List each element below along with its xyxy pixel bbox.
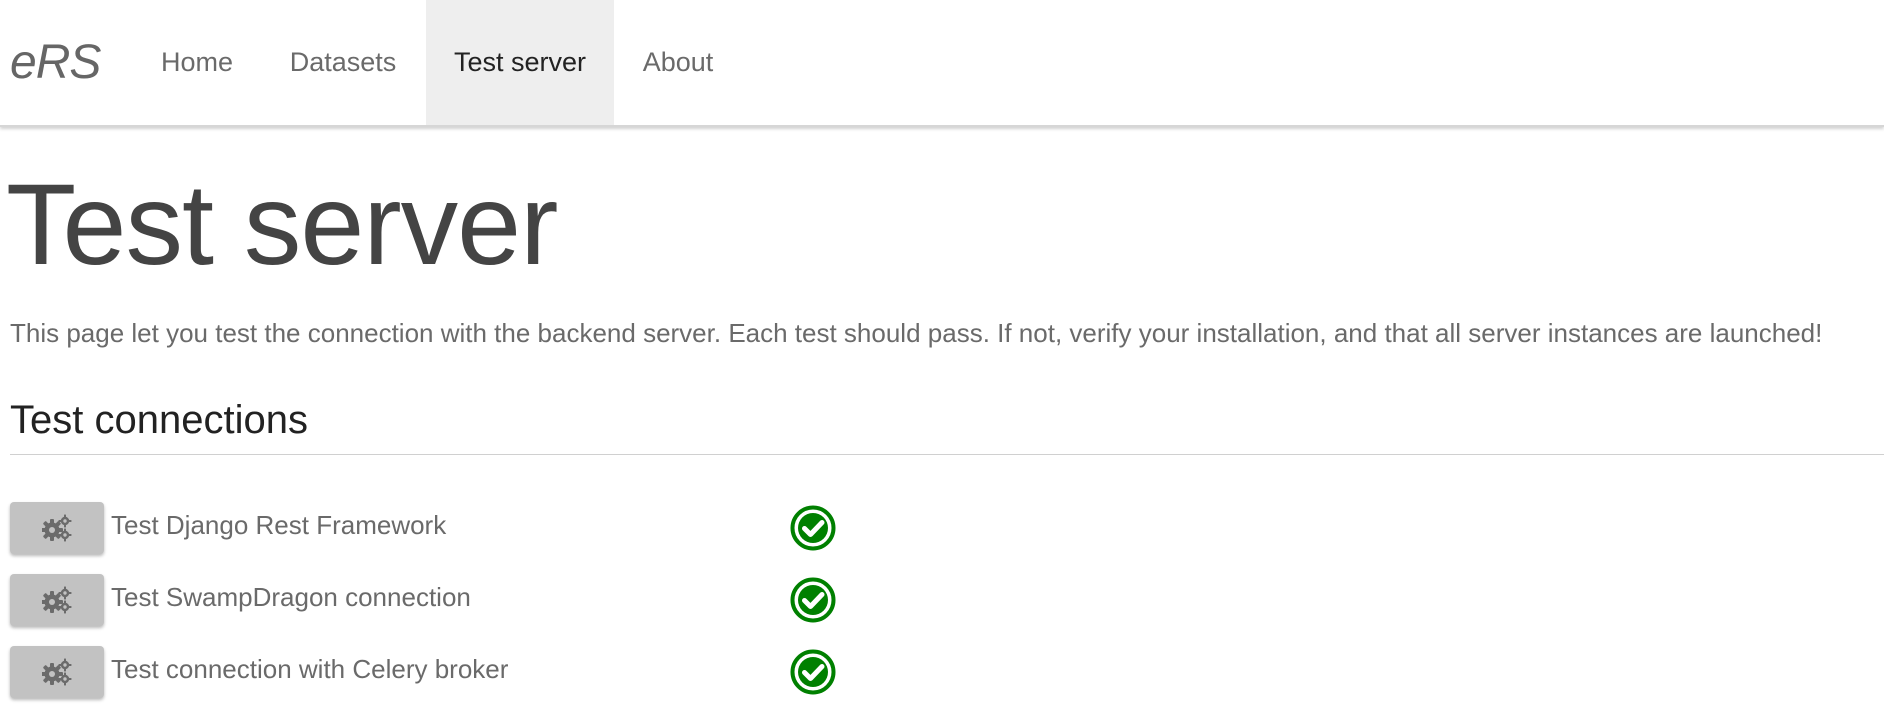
gears-icon <box>42 514 72 542</box>
nav-item-test-server[interactable]: Test server <box>426 0 614 125</box>
test-celery-label: Test connection with Celery broker <box>111 654 509 684</box>
brand-logo[interactable]: eRS <box>10 33 101 93</box>
test-swampdragon-label: Test SwampDragon connection <box>111 582 471 612</box>
test-drf-label: Test Django Rest Framework <box>111 510 447 540</box>
test-swampdragon-button[interactable] <box>10 574 104 626</box>
gears-icon <box>42 586 72 614</box>
section-divider <box>10 454 1884 455</box>
check-circle-icon <box>790 505 836 551</box>
test-row-swampdragon: Test SwampDragon connection <box>10 574 1884 628</box>
navbar: eRS Home Datasets Test server About <box>0 0 1884 127</box>
check-circle-icon <box>790 577 836 623</box>
gears-icon <box>42 658 72 686</box>
section-title: Test connections <box>10 398 308 442</box>
page-title: Test server <box>6 161 558 289</box>
nav-item-home[interactable]: Home <box>132 0 262 125</box>
nav-item-about[interactable]: About <box>614 0 742 125</box>
test-row-celery: Test connection with Celery broker <box>10 646 1884 700</box>
test-drf-button[interactable] <box>10 502 104 554</box>
test-celery-button[interactable] <box>10 646 104 698</box>
nav-item-datasets[interactable]: Datasets <box>262 0 424 125</box>
page-intro: This page let you test the connection wi… <box>10 318 1823 348</box>
test-row-drf: Test Django Rest Framework <box>10 502 1884 556</box>
check-circle-icon <box>790 649 836 695</box>
